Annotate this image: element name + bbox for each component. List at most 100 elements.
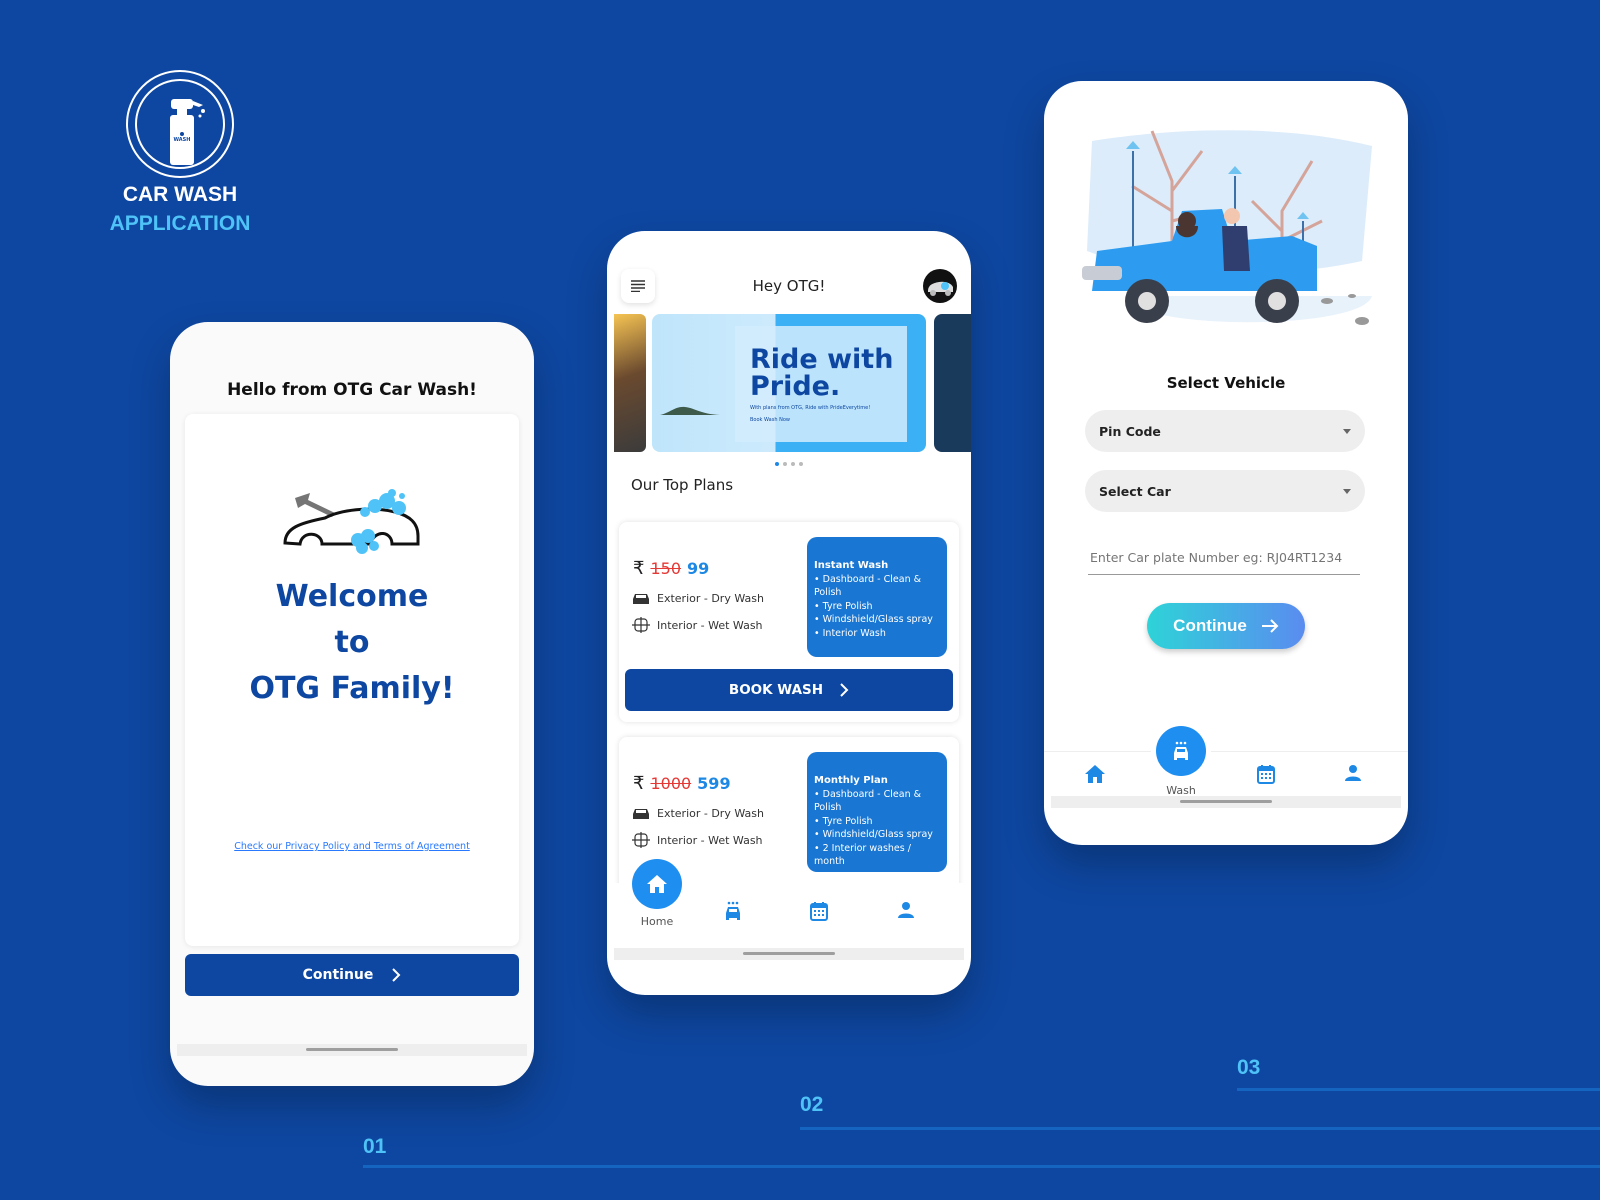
greeting-heading: Hello from OTG Car Wash! xyxy=(227,380,477,400)
rupee-icon: ₹ xyxy=(633,773,645,794)
home-indicator xyxy=(177,1044,527,1056)
page-title: Hey OTG! xyxy=(752,277,826,295)
feature-label: Exterior - Dry Wash xyxy=(657,806,764,820)
select-car-dropdown[interactable]: Select Car xyxy=(1085,470,1365,512)
select-vehicle-screen: Select Vehicle Pin Code Select Car Conti… xyxy=(1044,81,1408,845)
avatar-car-icon xyxy=(928,281,953,296)
home-icon xyxy=(647,875,667,893)
plan-include: • Interior Wash xyxy=(814,627,886,639)
section-title: Our Top Plans xyxy=(631,476,734,494)
plan-include: • Windshield/Glass spray xyxy=(814,829,933,840)
nav-profile-button[interactable] xyxy=(891,901,921,923)
arrow-right-icon xyxy=(1261,619,1279,633)
bottom-nav: Wash xyxy=(1044,726,1408,797)
continue-button[interactable]: Continue xyxy=(185,954,519,996)
feature-label: Interior - Wet Wash xyxy=(657,618,763,632)
home-screen: Hey OTG! Ride with Pride. With plans fro… xyxy=(607,231,971,995)
home-indicator xyxy=(614,948,964,960)
home-indicator xyxy=(1051,796,1401,808)
calendar-icon xyxy=(810,902,828,921)
nav-home-button[interactable] xyxy=(1080,764,1110,788)
banner-cta[interactable]: Book Wash Now xyxy=(750,417,790,423)
carousel-dot[interactable] xyxy=(783,462,787,466)
jeep-illustration xyxy=(1082,130,1372,325)
step-divider-3 xyxy=(1237,1088,1600,1091)
plan-name: Monthly Plan xyxy=(814,775,888,786)
privacy-policy-link[interactable]: Check our Privacy Policy and Terms of Ag… xyxy=(185,841,519,852)
plan-feature: Interior - Wet Wash xyxy=(631,617,763,633)
caret-down-icon xyxy=(1343,428,1351,434)
feature-label: Interior - Wet Wash xyxy=(657,833,763,847)
carousel-dots xyxy=(607,462,971,466)
calendar-icon xyxy=(1257,765,1275,784)
welcome-line-1: Welcome xyxy=(275,579,429,614)
person-icon xyxy=(1345,765,1361,781)
nav-wash-button[interactable] xyxy=(1156,726,1206,776)
banner-slide-previous[interactable] xyxy=(614,314,646,452)
welcome-heading: Welcome to OTG Family! xyxy=(185,574,519,712)
plan-feature: Interior - Wet Wash xyxy=(631,832,763,848)
interior-icon xyxy=(632,832,650,848)
old-price: 1000 xyxy=(650,774,692,793)
plan-name: Instant Wash xyxy=(814,560,889,571)
plan-include: • Dashboard - Clean & Polish xyxy=(814,573,922,599)
step-number-2: 02 xyxy=(800,1093,824,1116)
car-wash-icon xyxy=(726,901,740,920)
nav-wash-button[interactable] xyxy=(718,901,748,925)
old-price: 150 xyxy=(650,559,681,578)
welcome-line-3: OTG Family! xyxy=(249,671,455,706)
pin-code-dropdown[interactable]: Pin Code xyxy=(1085,410,1365,452)
pin-code-label: Pin Code xyxy=(1099,423,1161,439)
car-icon xyxy=(633,809,649,819)
nav-calendar-button[interactable] xyxy=(1251,764,1281,788)
step-number-1: 01 xyxy=(363,1135,387,1158)
nav-profile-button[interactable] xyxy=(1338,764,1368,786)
banner-slide-next[interactable] xyxy=(934,314,971,452)
nav-home-label: Home xyxy=(640,915,674,928)
step-divider-2 xyxy=(800,1127,1600,1130)
plan-include: • 2 Interior washes / month xyxy=(814,842,911,868)
banner-subtext: With plans from OTG, Ride with PrideEver… xyxy=(750,405,871,411)
plan-feature: Exterior - Dry Wash xyxy=(631,590,764,606)
nav-home-button[interactable] xyxy=(632,859,682,909)
banner-headline: Ride with Pride. xyxy=(750,346,893,400)
spray-bottle-icon: WASH xyxy=(170,99,205,165)
brand-title: CAR WASH xyxy=(122,183,238,206)
avatar[interactable] xyxy=(923,269,957,303)
carousel-dot[interactable] xyxy=(799,462,803,466)
rupee-icon: ₹ xyxy=(633,558,645,579)
car-wash-icon xyxy=(1174,741,1188,760)
banner-headline-line-2: Pride. xyxy=(750,371,841,402)
car-wash-logo-icon xyxy=(283,489,420,554)
welcome-line-2: to xyxy=(334,625,370,660)
caret-down-icon xyxy=(1343,488,1351,494)
chevron-right-icon xyxy=(392,968,401,982)
person-icon xyxy=(898,902,914,918)
book-wash-label: BOOK WASH xyxy=(728,682,824,698)
carousel-dot[interactable] xyxy=(775,462,779,466)
nav-calendar-button[interactable] xyxy=(804,901,834,925)
continue-label: Continue xyxy=(1173,616,1247,635)
step-number-3: 03 xyxy=(1237,1056,1261,1079)
plan-include: • Tyre Polish xyxy=(814,815,873,827)
brand-logo: WASH xyxy=(126,70,234,178)
home-icon xyxy=(1085,765,1105,783)
plan-include: • Tyre Polish xyxy=(814,600,873,612)
svg-text:WASH: WASH xyxy=(174,137,191,143)
continue-button[interactable]: Continue xyxy=(1147,603,1305,649)
page-title: Select Vehicle xyxy=(1166,374,1286,392)
new-price: 599 xyxy=(697,774,731,793)
interior-icon xyxy=(632,617,650,633)
car-plate-input[interactable] xyxy=(1088,541,1360,575)
feature-label: Exterior - Dry Wash xyxy=(657,591,764,605)
welcome-card: Welcome to OTG Family! Check our Privacy… xyxy=(185,414,519,946)
banner-text-panel: Ride with Pride. With plans from OTG, Ri… xyxy=(735,326,907,442)
plan-feature: Exterior - Dry Wash xyxy=(631,805,764,821)
banner-slide-active[interactable]: Ride with Pride. With plans from OTG, Ri… xyxy=(652,314,926,452)
island-illustration xyxy=(660,406,720,415)
banner-headline-line-1: Ride with xyxy=(750,344,894,375)
book-wash-button[interactable]: BOOK WASH xyxy=(625,669,953,711)
carousel-dot[interactable] xyxy=(791,462,795,466)
new-price: 99 xyxy=(687,559,710,578)
bottom-nav: Home xyxy=(607,859,971,943)
